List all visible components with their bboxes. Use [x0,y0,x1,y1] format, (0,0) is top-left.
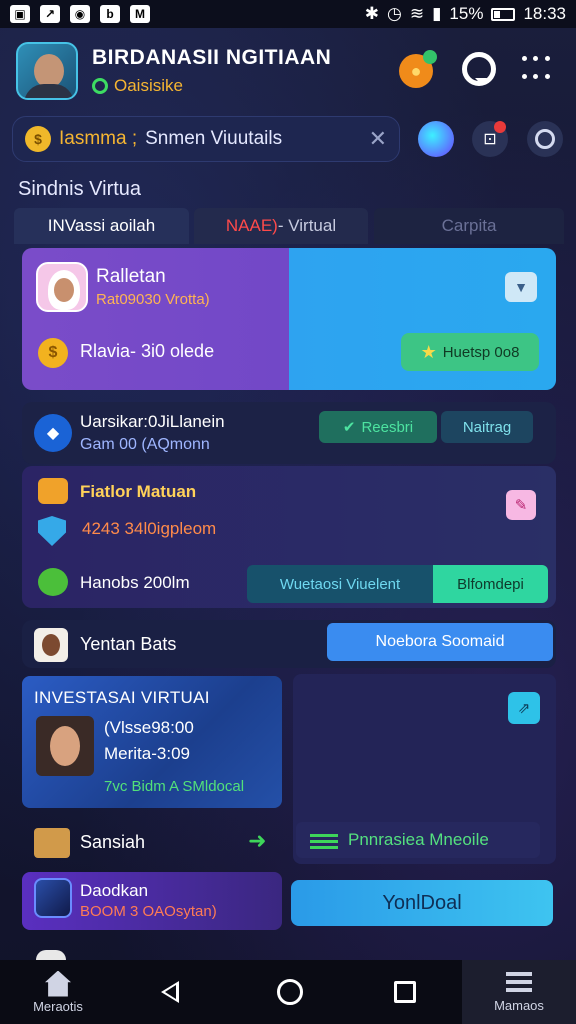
card-subtitle: Rat09030 Vrotta) [96,291,210,308]
secondary-button[interactable]: Naitrag [441,411,533,443]
row-label: Sansiah [80,832,146,852]
close-icon[interactable]: ✕ [369,126,387,152]
row-title: Uarsikar:0JiLlanein [80,412,225,431]
online-status: Oaisisike [92,76,183,96]
gallery-icon: ▣ [10,5,30,23]
edit-icon[interactable]: ✎ [506,490,536,520]
chat-icon[interactable] [462,52,496,86]
recents-button[interactable] [385,960,425,1024]
row-label: Yentan Bats [80,634,177,654]
tab-virtual[interactable]: NAAE) - Virtual [194,208,368,244]
star-icon: ★ [420,341,437,362]
card-line: Merita-3:09 [104,744,190,763]
button-label: Blfomdepi [457,575,524,593]
circle-icon [277,979,303,1005]
avatar [36,716,94,776]
more-menu-icon[interactable] [522,56,556,84]
confirm-button[interactable]: ✔ Reesbri [319,411,437,443]
tab-label: - Virtual [277,216,337,235]
search-input[interactable]: Snmen Viuutails [145,128,282,150]
wifi-icon: ≋ [409,4,425,23]
back-button[interactable] [150,960,190,1024]
check-icon: ✔ [342,419,356,436]
chart-icon: ↗ [40,5,60,23]
primary-button[interactable]: Blfomdepi [433,565,548,603]
signal-icon: ▮ [432,4,442,23]
search-bar[interactable]: $ Iasmma ; Snmen Viuutails ✕ [12,116,400,162]
button-label: Naitrag [462,418,512,436]
card-line-highlight: 7vc Bidm A SMldocal [104,778,245,795]
status-bar: ▣ ↗ ◉ b M ✱ ◷ ≋ ▮ 15% 18:33 [0,0,576,28]
tab-label-highlight: NAAE) [225,216,278,235]
online-status-label: Oaisisike [114,76,183,95]
home-button[interactable] [270,960,310,1024]
card-line: (Vlsse98:00 [104,718,194,737]
coin-stack-icon [38,568,68,596]
gallery-icon [34,828,70,858]
button-label: Noebora Soomaid [375,633,505,650]
recording-icon: ◉ [70,5,90,23]
briefcase-icon [506,971,532,994]
row-label: Pnnrasiea Mneoile [348,830,489,849]
folder-icon [38,478,68,504]
row-subtitle: BOOM 3 OAOsytan) [80,903,217,920]
planet-icon [34,878,72,918]
globe-icon[interactable] [418,121,454,157]
section-title: Sindnis Virtua [18,178,142,200]
coin-icon: $ [38,338,68,368]
action-button[interactable]: Noebora Soomaid [327,623,553,661]
card-name: Ralletan [96,266,166,287]
profile-avatar[interactable] [16,42,78,100]
list-item[interactable]: Pnnrasiea Mneoile [296,822,540,858]
nav-home[interactable]: Meraotis [14,960,102,1024]
nav-label: Meraotis [33,998,83,1014]
search-tag: Iasmma ; [59,128,138,149]
tab-investasi[interactable]: INVassi aoilah [14,208,189,244]
home-icon [45,970,71,997]
battery-percent: 15% [449,4,484,23]
row-title: Daodkan [80,881,149,900]
gift-icon[interactable]: ⊡ [472,121,508,157]
online-status-icon [92,78,108,94]
nav-manage[interactable]: Mamaos [462,960,576,1024]
clock: 18:33 [523,4,566,23]
primary-button[interactable]: YonlDoal [291,880,553,926]
cta-label: Huetsp 0o8 [442,343,520,361]
partial-item [36,950,66,960]
money-icon [310,831,338,849]
card-coins: Rlavia- 3i0 olede [80,341,215,361]
card-title: Fiatlor Matuan [80,482,197,501]
tab-label: INVassi aoilah [47,216,156,235]
card-label: Hanobs 200lm [80,573,190,592]
chevron-down-icon[interactable]: ▼ [505,272,537,302]
app-icon: b [100,5,120,23]
button-label: Reesbri [361,418,414,436]
avatar [34,628,68,662]
coins-icon[interactable]: ● [399,50,437,88]
dropbox-icon: ◆ [34,414,72,452]
card-subtitle: 4243 34l0igpleom [82,519,217,538]
mail-icon: M [130,5,150,23]
card-title: INVESTASAI VIRTUAI [34,688,210,707]
coin-icon: $ [25,126,51,152]
external-link-icon[interactable]: ⇗ [508,692,540,724]
secondary-button[interactable]: Wuetaosi Viuelent [247,565,433,603]
page-title: BIRDANASII NGITIAAN [92,46,332,69]
bluetooth-icon: ✱ [364,4,379,23]
square-icon [394,981,416,1003]
search-icon[interactable] [527,121,563,157]
card-avatar [36,262,88,312]
nav-label: Mamaos [494,997,544,1013]
back-icon [161,981,179,1003]
tab-carpita[interactable]: Carpita [374,208,564,244]
alarm-icon: ◷ [386,4,402,23]
card-cta-button[interactable]: ★ Huetsp 0o8 [401,333,539,371]
battery-icon [491,7,516,21]
tab-label: Carpita [441,216,497,235]
row-subtitle: Gam 00 (AQmonn [80,436,210,453]
arrow-right-icon[interactable]: ➜ [248,828,266,854]
button-label: Wuetaosi Viuelent [279,575,401,593]
button-label: YonlDoal [382,891,462,914]
